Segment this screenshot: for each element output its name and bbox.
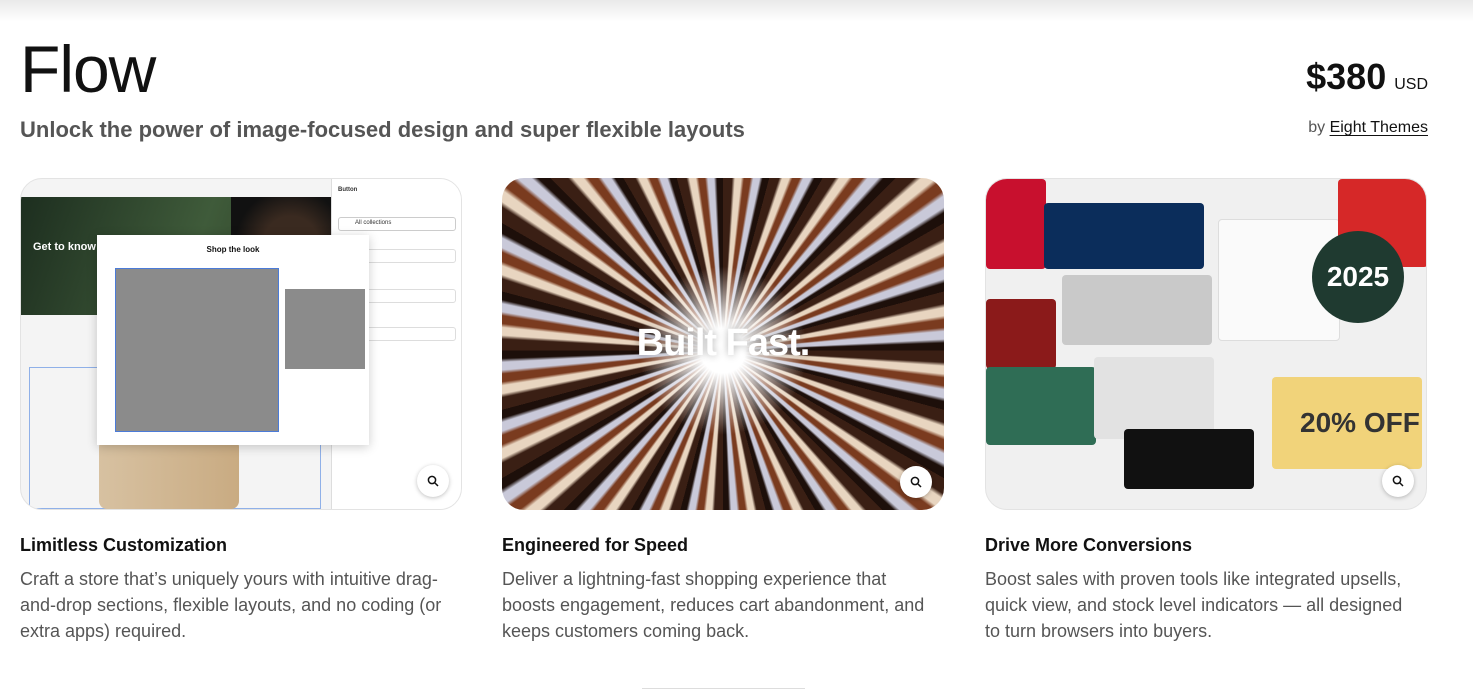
zoom-button[interactable] xyxy=(1382,465,1414,497)
preview-tile xyxy=(1044,203,1204,269)
panel-title: Button xyxy=(338,187,358,193)
shoe-thumbnail xyxy=(285,289,365,369)
top-shade xyxy=(0,0,1473,22)
promo-tile: 20% OFF xyxy=(1272,377,1422,469)
conversions-image[interactable]: 20% OFF 2025 xyxy=(985,178,1427,510)
card-description: Boost sales with proven tools like integ… xyxy=(985,569,1403,641)
card-description: Craft a store that’s uniquely yours with… xyxy=(20,569,442,641)
panel-field-text: All collections xyxy=(355,220,392,226)
shop-the-look-modal: Shop the look xyxy=(97,235,369,445)
price: $380 USD xyxy=(1306,56,1428,98)
preview-tile xyxy=(1094,357,1214,439)
preview-tile xyxy=(986,367,1096,445)
panel-field: All collections xyxy=(338,217,456,231)
card-heading: Limitless Customization xyxy=(20,535,228,555)
card-description: Deliver a lightning-fast shopping experi… xyxy=(502,569,925,641)
product-bottle xyxy=(99,439,239,509)
preview-tile xyxy=(986,299,1056,369)
vendor-link[interactable]: Eight Themes xyxy=(1330,119,1428,136)
price-currency: USD xyxy=(1394,76,1428,93)
magnifier-icon xyxy=(1392,475,1404,487)
vendor-byline: by Eight Themes xyxy=(1308,119,1428,137)
image-text: Built Fast. xyxy=(636,322,811,364)
preview-tile xyxy=(986,179,1046,269)
year-badge: 2025 xyxy=(1312,231,1404,323)
magnifier-icon xyxy=(910,476,922,488)
speed-image[interactable]: Built Fast. xyxy=(502,178,944,510)
shoe-image xyxy=(115,268,279,432)
magnifier-icon xyxy=(427,475,439,487)
zoom-button[interactable] xyxy=(417,465,449,497)
page-title: Flow xyxy=(20,32,156,106)
price-amount: $380 xyxy=(1306,56,1387,97)
card-heading: Engineered for Speed xyxy=(502,535,689,555)
zoom-button[interactable] xyxy=(900,466,932,498)
card-heading: Drive More Conversions xyxy=(985,535,1193,555)
by-prefix: by xyxy=(1308,119,1326,136)
preview-tile xyxy=(1062,275,1212,345)
modal-title: Shop the look xyxy=(206,245,260,254)
page-subtitle: Unlock the power of image-focused design… xyxy=(20,117,745,142)
promo-text: 20% OFF xyxy=(1300,407,1420,438)
preview-tile xyxy=(1124,429,1254,489)
customization-image[interactable]: Get to know us Button All collections Sh… xyxy=(20,178,462,510)
